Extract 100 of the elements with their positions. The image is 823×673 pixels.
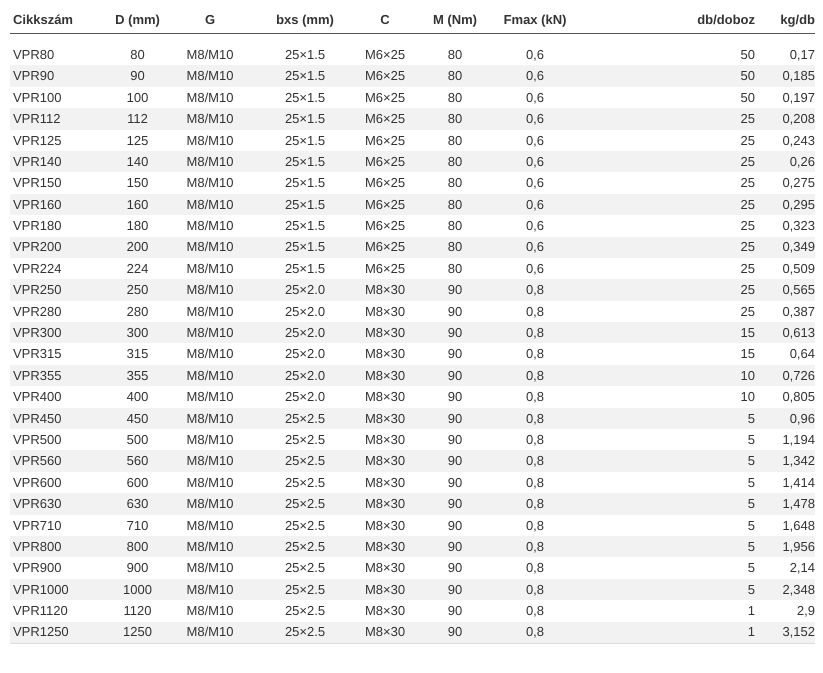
table-cell-text: 1 — [746, 602, 755, 620]
table-cell-text: 0,64 — [788, 345, 815, 364]
table-cell-text: 25×2.0 — [284, 366, 326, 385]
table-cell-text: M8/M10 — [186, 388, 234, 406]
table-cell-text: 0,8 — [524, 345, 546, 364]
table-cell-text: 90 — [446, 410, 464, 428]
table-cell-text: M8/M10 — [186, 538, 234, 556]
table-cell-text: 50 — [740, 67, 755, 86]
table-cell-text: 1,194 — [781, 430, 815, 449]
table-cell-text: 25×2.5 — [284, 538, 326, 556]
table-cell-text: 100 — [126, 88, 150, 107]
table-cell-text: 80 — [446, 132, 464, 150]
table-cell-text: 0,6 — [524, 260, 546, 278]
table-cell-text: 25 — [740, 174, 755, 192]
table-cell-text: 0,275 — [781, 174, 815, 192]
table-cell-text: M8×30 — [364, 559, 406, 578]
table-cell-text: M6×25 — [364, 152, 406, 171]
table-cell-text: 0,17 — [788, 46, 815, 64]
table-cell-text: VPR224 — [12, 260, 62, 278]
table-cell-text: 0,208 — [781, 110, 815, 128]
table-cell-text: 0,387 — [781, 302, 815, 321]
table-cell-text: 315 — [126, 345, 150, 364]
table-cell-text: M8/M10 — [186, 474, 234, 492]
column-header: Fmax (kN) — [502, 10, 568, 29]
table-cell-text: 450 — [126, 410, 150, 428]
table-cell-text: VPR100 — [12, 88, 62, 107]
table-cell-text: M8×30 — [364, 430, 406, 449]
table-cell-text: VPR600 — [12, 474, 62, 492]
table-cell-text: 25×1.5 — [284, 174, 326, 192]
table-cell-text: 25 — [740, 238, 755, 256]
table-cell-text: VPR160 — [12, 196, 62, 214]
table-cell-text: 90 — [446, 623, 464, 642]
table-cell-text: 0,6 — [524, 88, 546, 107]
table-cell-text: 600 — [126, 474, 150, 492]
table-cell-text: 0,726 — [781, 366, 815, 385]
table-cell-text: 50 — [740, 88, 755, 107]
table-cell-text: 25×1.5 — [284, 238, 326, 256]
table-cell-text: 0,323 — [781, 217, 815, 236]
table-cell-text: 1120 — [122, 602, 152, 620]
table-cell-text: 0,8 — [524, 538, 546, 556]
table-cell-text: 90 — [446, 366, 464, 385]
table-cell-text: 80 — [129, 46, 146, 64]
table-cell-text: VPR450 — [12, 410, 62, 428]
table-cell-text: VPR710 — [12, 516, 62, 535]
table-cell-text: 80 — [446, 46, 464, 64]
table-cell-text: 25×2.5 — [284, 430, 326, 449]
table-cell-text: 0,8 — [524, 388, 546, 406]
table-cell-text: 25 — [740, 260, 755, 278]
table-cell-text: M8/M10 — [186, 366, 234, 385]
table-cell-text: 0,8 — [524, 366, 546, 385]
table-cell-text: 25×2.5 — [284, 495, 326, 514]
table-cell-text: 90 — [446, 580, 464, 599]
table-cell-text: 0,8 — [524, 302, 546, 321]
table-cell-text: 80 — [446, 110, 464, 128]
table-cell-text: M6×25 — [364, 132, 406, 150]
table-cell-text: 112 — [126, 110, 149, 128]
table-cell-text: 90 — [129, 67, 146, 86]
table-cell-text: 160 — [126, 196, 150, 214]
table-cell-text: 25×2.0 — [284, 302, 326, 321]
table-cell-text: 90 — [446, 495, 464, 514]
table-cell-text: VPR280 — [12, 302, 62, 321]
table-cell-text: 25×2.5 — [284, 580, 326, 599]
table-cell-text: 25 — [740, 217, 755, 236]
table-cell-text: 710 — [126, 516, 150, 535]
table-cell-text: 90 — [446, 516, 464, 535]
table-cell-text: 0,8 — [524, 474, 546, 492]
table-cell-text: 0,8 — [524, 452, 546, 470]
table-cell-text: VPR1120 — [12, 602, 69, 620]
table-cell-text: 0,6 — [524, 152, 546, 171]
table-cell-text: 25×1.5 — [284, 88, 326, 107]
table-cell-text: M8×30 — [364, 516, 406, 535]
table-cell-text: M8/M10 — [186, 559, 234, 578]
table-cell-text: 0,509 — [781, 260, 815, 278]
table-cell-text: M8×30 — [364, 388, 406, 406]
table-cell-text: 800 — [126, 538, 150, 556]
table-cell-text: VPR315 — [12, 345, 62, 364]
table-cell-text: M8/M10 — [186, 495, 234, 514]
table-cell-text: 1 — [746, 623, 755, 642]
table-cell-text: M8×30 — [364, 495, 406, 514]
table-cell-text: 560 — [126, 452, 150, 470]
table-cell-text: M6×25 — [364, 174, 406, 192]
table-cell-text: 630 — [126, 495, 150, 514]
table-cell-text: 25×2.0 — [284, 345, 326, 364]
table-cell-text: 25×2.5 — [284, 452, 326, 470]
table-cell-text: 0,8 — [524, 516, 546, 535]
table-cell-text: 25 — [740, 281, 755, 300]
table-cell-text: M6×25 — [364, 260, 406, 278]
table-cell-text: VPR355 — [12, 366, 62, 385]
table-cell-text: 80 — [446, 217, 464, 236]
table-cell-text: M8/M10 — [186, 260, 234, 278]
table-cell-text: 80 — [446, 88, 464, 107]
column-header: G — [204, 10, 216, 29]
table-cell-text: 15 — [740, 324, 755, 342]
table-cell-text: 1,648 — [781, 516, 815, 535]
table-cell-text: VPR900 — [12, 559, 62, 578]
table-cell-text: M6×25 — [364, 88, 406, 107]
table-cell-text: 0,6 — [524, 196, 546, 214]
table-cell-text: 0,8 — [524, 559, 546, 578]
table-cell-text: 2,9 — [796, 602, 815, 620]
column-header: db/doboz — [696, 10, 755, 29]
